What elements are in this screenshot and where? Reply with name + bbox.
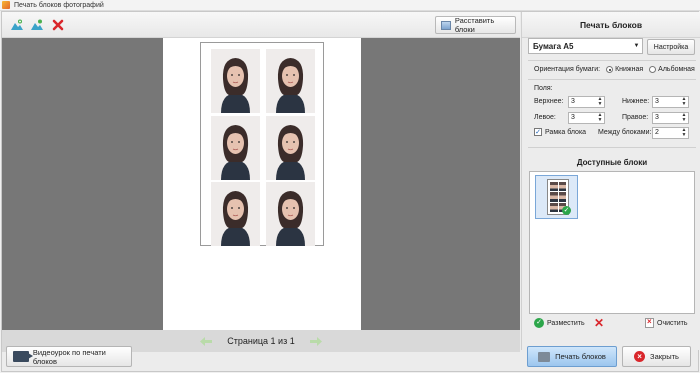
passport-photo	[266, 49, 315, 113]
delete-red-x-icon[interactable]	[49, 16, 66, 33]
spinner-arrows-icon[interactable]: ▲ ▼	[681, 128, 687, 138]
setup-button[interactable]: Настройка	[647, 39, 695, 55]
passport-photo	[211, 49, 260, 113]
frame-label: Рамка блока	[545, 129, 587, 136]
frame-checkbox[interactable]: ✓	[534, 128, 542, 136]
print-blocks-label: Печать блоков	[555, 352, 606, 361]
passport-photo	[266, 116, 315, 180]
image-add-icon[interactable]	[8, 16, 25, 33]
spinner-arrows-icon[interactable]: ▲ ▼	[681, 113, 687, 123]
right-margin-label: Правое:	[622, 114, 649, 121]
between-blocks-stepper[interactable]: 2 ▲ ▼	[652, 127, 689, 139]
close-label: Закрыть	[650, 352, 679, 361]
divider	[528, 147, 696, 148]
toolbar: Расставить блоки	[2, 12, 520, 38]
spinner-arrows-icon[interactable]: ▲ ▼	[597, 113, 603, 123]
orientation-portrait-label: Книжная	[615, 66, 644, 73]
arrange-icon	[441, 20, 451, 30]
between-blocks-value: 2	[655, 129, 659, 136]
preview-canvas	[2, 38, 520, 330]
left-margin-value: 3	[571, 114, 575, 121]
green-check-icon: ✓	[534, 318, 544, 328]
orientation-landscape-label: Альбомная	[658, 66, 695, 73]
delete-block-icon[interactable]: ✕	[594, 317, 606, 329]
check-icon: ✓	[562, 206, 571, 215]
next-page-icon[interactable]	[309, 336, 323, 347]
left-margin-label: Левое:	[534, 114, 556, 121]
right-margin-value: 3	[655, 114, 659, 121]
close-icon: ×	[634, 351, 646, 362]
top-margin-label: Верхнее:	[534, 98, 564, 105]
orientation-landscape-radio[interactable]	[649, 66, 657, 73]
place-button[interactable]: ✓ Разместить	[534, 318, 585, 328]
arrange-blocks-button[interactable]: Расставить блоки	[435, 16, 516, 34]
clear-label: Очистить	[657, 319, 688, 327]
clear-button[interactable]: Очистить	[645, 317, 688, 328]
bottom-margin-label: Нижнее:	[622, 98, 650, 105]
print-blocks-button[interactable]: Печать блоков	[527, 346, 617, 367]
left-margin-stepper[interactable]: 3 ▲ ▼	[568, 112, 605, 124]
margins-label: Поля:	[534, 85, 553, 92]
main-window: Расставить блоки Страница 1 из 1 Печать …	[1, 11, 700, 373]
top-margin-stepper[interactable]: 3 ▲ ▼	[568, 96, 605, 108]
available-blocks-list: ✓	[529, 171, 695, 314]
print-area	[200, 42, 324, 246]
spinner-arrows-icon[interactable]: ▲ ▼	[681, 97, 687, 107]
place-label: Разместить	[547, 319, 585, 327]
passport-photo	[211, 182, 260, 246]
divider	[528, 60, 696, 61]
video-tutorial-button[interactable]: Видеоурок по печати блоков	[6, 346, 132, 367]
passport-photo	[266, 182, 315, 246]
bottom-margin-stepper[interactable]: 3 ▲ ▼	[652, 96, 689, 108]
window-title: Печать блоков фотографий	[14, 1, 104, 9]
top-margin-value: 3	[571, 98, 575, 105]
block-thumbnail[interactable]: ✓	[535, 175, 578, 219]
video-tutorial-label: Видеоурок по печати блоков	[32, 347, 106, 366]
video-camera-icon	[13, 351, 33, 362]
divider	[528, 79, 696, 80]
title-bar: Печать блоков фотографий	[0, 0, 700, 11]
paper-sheet	[163, 38, 361, 330]
close-button[interactable]: × Закрыть	[622, 346, 691, 367]
orientation-row: Ориентация бумаги: Книжная Альбомная	[534, 66, 698, 73]
panel-actions: ✓ Разместить ✕ Очистить	[528, 317, 696, 333]
app-icon	[2, 1, 10, 9]
panel-title: Печать блоков	[522, 12, 700, 38]
clear-icon	[645, 317, 654, 328]
orientation-portrait-radio[interactable]	[606, 66, 614, 73]
page-indicator: Страница 1 из 1	[227, 336, 295, 346]
orientation-label: Ориентация бумаги:	[534, 66, 601, 73]
right-margin-stepper[interactable]: 3 ▲ ▼	[652, 112, 689, 124]
paper-size-select[interactable]: Бумага А5 ▼	[528, 38, 643, 54]
bottom-margin-value: 3	[655, 98, 659, 105]
available-blocks-title: Доступные блоки	[576, 157, 648, 167]
chevron-down-icon[interactable]: ▼	[631, 39, 642, 53]
arrange-blocks-label: Расставить блоки	[454, 16, 495, 34]
passport-photo	[211, 116, 260, 180]
prev-page-icon[interactable]	[199, 336, 213, 347]
between-blocks-label: Между блоками:	[598, 129, 652, 136]
paper-size-value: Бумага А5	[533, 41, 574, 51]
right-panel: Печать блоков Бумага А5 ▼ Настройка Орие…	[521, 12, 700, 350]
spinner-arrows-icon[interactable]: ▲ ▼	[597, 97, 603, 107]
printer-icon	[538, 351, 551, 362]
bottom-bar: Видеоурок по печати блоков Печать блоков…	[2, 346, 700, 373]
image-edit-icon[interactable]	[28, 16, 45, 33]
